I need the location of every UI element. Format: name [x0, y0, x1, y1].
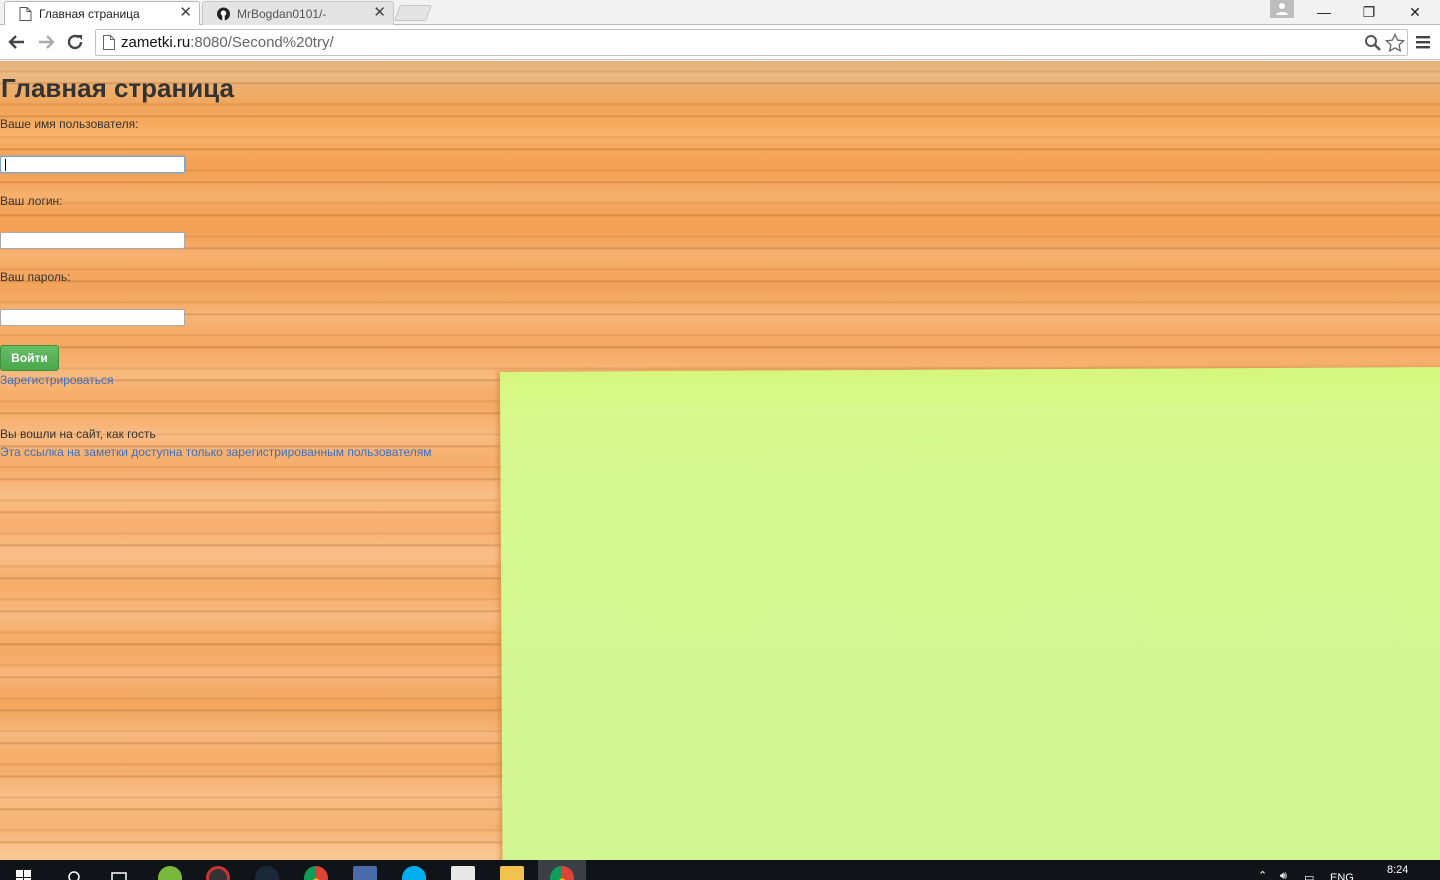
address-bar[interactable]: zametki.ru:8080/Second%20try/: [95, 29, 1408, 56]
username-input[interactable]: [0, 156, 185, 173]
tab-github[interactable]: MrBogdan0101/- ✕: [202, 1, 394, 25]
close-tab-icon[interactable]: ✕: [179, 5, 192, 21]
close-tab-icon[interactable]: ✕: [373, 5, 386, 21]
utorrent-app[interactable]: [146, 860, 194, 880]
page-title: Главная страница: [1, 73, 234, 103]
chrome-active-icon: [550, 866, 574, 880]
skype-app[interactable]: [390, 860, 438, 880]
text-caret: [5, 159, 6, 171]
tab-title: MrBogdan0101/-: [237, 7, 327, 21]
skype-icon: [402, 866, 426, 880]
start-button[interactable]: [0, 860, 48, 880]
new-tab-button[interactable]: [394, 5, 432, 21]
profile-button[interactable]: [1270, 0, 1294, 18]
search-icon: [68, 871, 80, 880]
sticky-note-background: [500, 366, 1440, 860]
steam-icon: [255, 866, 279, 880]
image-icon: [353, 866, 377, 880]
password-label: Ваш пароль:: [0, 270, 71, 284]
reload-icon[interactable]: [63, 30, 87, 54]
notepad-icon: [451, 866, 475, 880]
user-icon: [1276, 3, 1288, 15]
login-button[interactable]: Войти: [0, 345, 59, 371]
page-icon: [103, 35, 115, 50]
language-indicator[interactable]: ENG: [1330, 872, 1354, 880]
url-text: zametki.ru:8080/Second%20try/: [121, 34, 334, 51]
guest-status-text: Вы вошли на сайт, как гость: [0, 427, 156, 441]
taskbar: ⌃ 🔊︎ ▭ ENG 8:24: [0, 860, 1440, 880]
tray-chevron-icon[interactable]: ⌃: [1258, 869, 1267, 880]
login-label: Ваш логин:: [0, 194, 63, 208]
explorer-app[interactable]: [488, 860, 536, 880]
login-input[interactable]: [0, 232, 185, 249]
media-icon: [206, 866, 230, 880]
tab-strip: Главная страница ✕ MrBogdan0101/- ✕ — ❐ …: [0, 0, 1440, 25]
image-app[interactable]: [341, 860, 389, 880]
start-icon: [16, 870, 31, 880]
restore-button[interactable]: ❐: [1349, 2, 1389, 22]
utorrent-icon: [158, 866, 182, 880]
bookmark-star-icon[interactable]: [1385, 33, 1405, 53]
zoom-icon[interactable]: [1364, 34, 1382, 52]
forward-arrow-icon[interactable]: [34, 30, 58, 54]
folder-icon: [500, 866, 524, 880]
back-arrow-icon[interactable]: [5, 30, 29, 54]
volume-icon[interactable]: 🔊︎: [1280, 870, 1287, 880]
close-window-button[interactable]: ✕: [1395, 2, 1435, 22]
notes-link[interactable]: Эта ссылка на заметки доступна только за…: [0, 445, 432, 459]
search-button[interactable]: [50, 860, 98, 880]
steam-app[interactable]: [243, 860, 291, 880]
page-icon: [19, 7, 32, 21]
clock-time[interactable]: 8:24: [1387, 864, 1408, 876]
register-link[interactable]: Зарегистрироваться: [0, 373, 113, 387]
chrome-icon: [304, 866, 328, 880]
page-viewport: Главная страница Ваше имя пользователя: …: [0, 61, 1440, 860]
media-app[interactable]: [194, 860, 242, 880]
tab-main-page[interactable]: Главная страница ✕: [4, 1, 200, 25]
task-view-icon: [111, 872, 127, 880]
chrome-active-app[interactable]: [538, 860, 586, 880]
notepad-app[interactable]: [439, 860, 487, 880]
task-view-button[interactable]: [96, 860, 144, 880]
browser-toolbar: zametki.ru:8080/Second%20try/: [0, 25, 1440, 60]
minimize-button[interactable]: —: [1304, 2, 1344, 22]
password-input[interactable]: [0, 309, 185, 326]
menu-icon[interactable]: [1414, 33, 1432, 51]
github-icon: [217, 7, 230, 21]
username-label: Ваше имя пользователя:: [0, 117, 139, 131]
tab-title: Главная страница: [39, 7, 140, 21]
network-icon[interactable]: ▭: [1304, 871, 1314, 880]
chrome-app[interactable]: [292, 860, 340, 880]
